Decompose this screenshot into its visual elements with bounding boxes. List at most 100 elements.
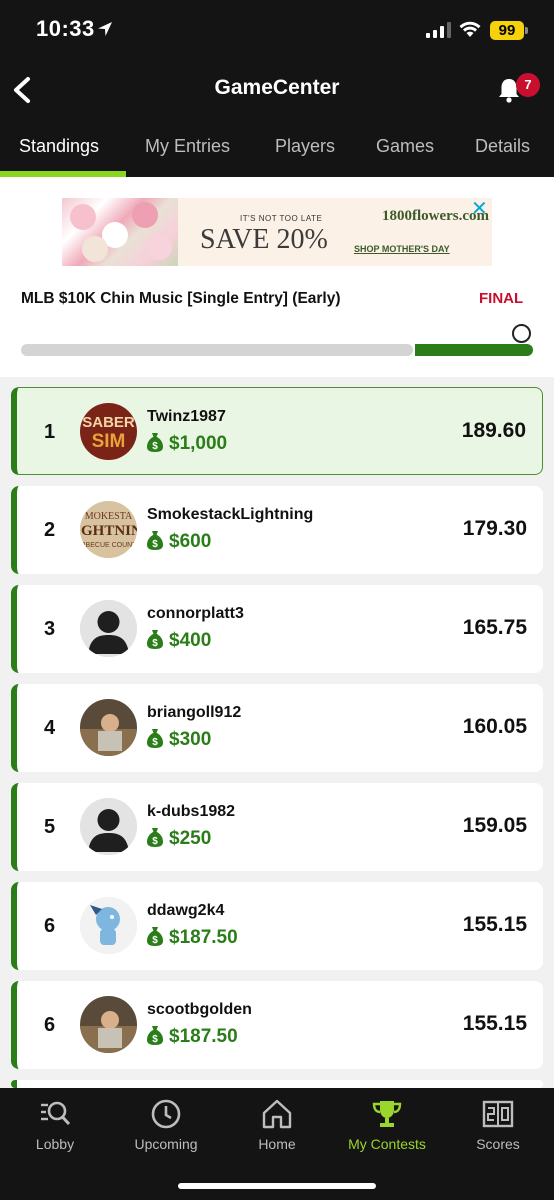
svg-text:$: $ xyxy=(152,441,158,452)
nav-upcoming-label: Upcoming xyxy=(134,1136,198,1152)
cellular-signal-icon xyxy=(426,22,451,38)
avatar xyxy=(80,897,137,954)
avatar: MOKESTAIGHTNIN ARBECUE COUNTS xyxy=(80,501,137,558)
fantasy-points: 155.15 xyxy=(462,1012,527,1035)
prize-value: $1,000 xyxy=(169,433,228,454)
battery-indicator: 99 xyxy=(490,21,524,40)
avatar: SABER SIM xyxy=(80,403,137,460)
prize-amount: $ $300 xyxy=(147,728,211,751)
page-title: GameCenter xyxy=(214,76,340,99)
ad-cta[interactable]: SHOP MOTHER'S DAY xyxy=(354,244,450,254)
prize-value: $300 xyxy=(169,729,212,750)
ad-tagline: IT'S NOT TOO LATE xyxy=(240,214,323,223)
svg-text:SIM: SIM xyxy=(92,431,126,452)
wifi-icon xyxy=(459,21,481,37)
username: k-dubs1982 xyxy=(147,803,236,820)
contest-status: FINAL xyxy=(479,290,524,307)
fantasy-points: 189.60 xyxy=(461,419,526,442)
svg-text:IGHTNIN: IGHTNIN xyxy=(80,523,137,539)
home-icon xyxy=(262,1099,292,1129)
svg-text:$: $ xyxy=(152,1034,158,1045)
ad-close-icon[interactable]: ✕ xyxy=(471,199,488,219)
nav-my-contests-label: My Contests xyxy=(348,1136,426,1152)
flowers-image xyxy=(62,198,178,266)
nav-lobby-label: Lobby xyxy=(35,1136,75,1152)
fantasy-points: 160.05 xyxy=(462,715,527,738)
prize-amount: $ $600 xyxy=(147,530,211,553)
tab-details[interactable]: Details xyxy=(475,136,530,157)
nav-home-label: Home xyxy=(258,1136,296,1152)
app-header: GameCenter 7 xyxy=(0,60,554,118)
standings-row[interactable]: 3 connorplatt3 $ $400 165.75 xyxy=(11,585,543,673)
nav-scores-label: Scores xyxy=(476,1136,520,1152)
trophy-icon xyxy=(372,1101,402,1127)
fantasy-points: 179.30 xyxy=(462,517,527,540)
fantasy-points: 155.15 xyxy=(462,913,527,936)
rank: 2 xyxy=(44,519,56,541)
standings-row[interactable]: 6 scootbgolden $ $187.50 155.15 xyxy=(11,981,543,1069)
contest-progress-fill xyxy=(415,344,533,356)
username: briangoll912 xyxy=(147,704,242,721)
nav-lobby[interactable]: Lobby xyxy=(0,1088,110,1200)
standings-row[interactable]: 2 MOKESTAIGHTNIN ARBECUE COUNTS SmokestackL… xyxy=(11,486,543,574)
contest-progress-marker xyxy=(512,324,531,343)
fantasy-points: 165.75 xyxy=(462,616,527,639)
prize-value: $400 xyxy=(169,630,212,651)
contest-summary: IT'S NOT TOO LATE SAVE 20% 1800flowers.c… xyxy=(0,177,554,377)
prize-value: $600 xyxy=(169,531,212,552)
avatar xyxy=(80,798,137,855)
rank: 4 xyxy=(44,717,56,739)
tab-standings[interactable]: Standings xyxy=(19,136,99,157)
fantasy-points: 159.05 xyxy=(462,814,527,837)
prize-amount: $ $187.50 xyxy=(147,926,238,949)
money-bag-icon: $ xyxy=(147,433,163,452)
money-bag-icon: $ xyxy=(147,828,163,847)
contest-progress-track xyxy=(21,344,413,356)
money-bag-icon: $ xyxy=(147,1026,163,1045)
svg-text:ARBECUE COUNTS: ARBECUE COUNTS xyxy=(80,542,137,549)
contest-name: MLB $10K Chin Music [Single Entry] (Earl… xyxy=(21,290,341,307)
avatar xyxy=(80,996,137,1053)
username: SmokestackLightning xyxy=(147,506,314,523)
avatar xyxy=(80,600,137,657)
avatar xyxy=(80,699,137,756)
ad-headline: SAVE 20% xyxy=(200,224,328,255)
rank: 1 xyxy=(44,421,56,443)
rank: 6 xyxy=(44,1014,56,1036)
advertisement-banner[interactable]: IT'S NOT TOO LATE SAVE 20% 1800flowers.c… xyxy=(62,198,492,266)
notification-badge: 7 xyxy=(516,73,540,97)
scoreboard-icon xyxy=(482,1100,514,1128)
tab-games[interactable]: Games xyxy=(376,136,434,157)
lobby-search-icon xyxy=(41,1101,71,1126)
svg-text:$: $ xyxy=(152,539,158,550)
tab-bar: Standings My Entries Players Games Detai… xyxy=(0,118,554,177)
money-bag-icon: $ xyxy=(147,729,163,748)
standings-row[interactable]: 1 SABER SIM Twinz1987 $ $1,000 189.60 xyxy=(11,387,543,475)
tab-my-entries[interactable]: My Entries xyxy=(145,136,230,157)
clock-time: 10:33 xyxy=(36,16,95,41)
battery-nub xyxy=(525,27,528,34)
standings-row-partial[interactable] xyxy=(11,1080,543,1088)
svg-text:$: $ xyxy=(152,638,158,649)
money-bag-icon: $ xyxy=(147,927,163,946)
username: connorplatt3 xyxy=(147,605,244,622)
rank: 3 xyxy=(44,618,56,640)
status-bar: 10:33 99 xyxy=(0,0,554,60)
prize-value: $187.50 xyxy=(169,927,238,948)
username: scootbgolden xyxy=(147,1001,252,1018)
location-arrow-icon xyxy=(98,22,112,36)
standings-row[interactable]: 5 k-dubs1982 $ $250 159.05 xyxy=(11,783,543,871)
clock-icon xyxy=(151,1099,181,1129)
nav-scores[interactable]: Scores xyxy=(443,1088,553,1200)
money-bag-icon: $ xyxy=(147,630,163,649)
username: ddawg2k4 xyxy=(147,902,225,919)
money-bag-icon: $ xyxy=(147,531,163,550)
svg-text:SABER: SABER xyxy=(82,414,135,431)
rank: 6 xyxy=(44,915,56,937)
tab-players[interactable]: Players xyxy=(275,136,335,157)
prize-amount: $ $187.50 xyxy=(147,1025,238,1048)
prize-value: $250 xyxy=(169,828,212,849)
username: Twinz1987 xyxy=(147,408,226,425)
standings-row[interactable]: 6 ddawg2k4 $ $187.50 155.15 xyxy=(11,882,543,970)
standings-row[interactable]: 4 briangoll912 $ $300 160.05 xyxy=(11,684,543,772)
